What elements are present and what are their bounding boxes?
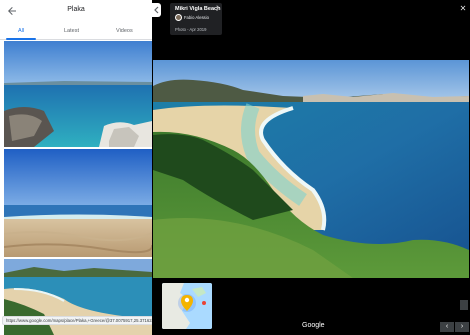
close-icon[interactable] [459, 4, 467, 12]
status-url: https://www.google.com/maps/place/Plaka,… [2, 316, 152, 325]
tab-videos[interactable]: Videos [116, 28, 133, 34]
photos-panel: Plaka All Latest Videos https://www.goog… [0, 0, 152, 335]
prev-photo-button[interactable]: ‹ [440, 322, 454, 332]
photo-date: Photo - Apr 2019 [175, 27, 207, 32]
panel-title: Plaka [67, 6, 85, 13]
photo-info-card: Mikri Vigla Beach ⋮ Fabio Alessio Photo … [170, 3, 222, 35]
photo-thumbnail[interactable] [4, 149, 152, 257]
tab-bar: All Latest Videos [0, 24, 152, 40]
google-logo: Google [302, 322, 325, 329]
collapse-panel-button[interactable] [152, 3, 161, 17]
minimap[interactable] [162, 283, 212, 329]
expand-button[interactable] [460, 300, 468, 310]
main-viewer: Mikri Vigla Beach ⋮ Fabio Alessio Photo … [152, 0, 470, 335]
tab-all[interactable]: All [18, 28, 24, 34]
author-name[interactable]: Fabio Alessio [184, 15, 209, 20]
next-photo-button[interactable]: › [455, 322, 469, 332]
active-tab-indicator [6, 38, 36, 40]
more-vert-icon[interactable]: ⋮ [214, 5, 220, 12]
avatar[interactable] [175, 14, 182, 21]
tab-latest[interactable]: Latest [64, 28, 79, 34]
main-photo[interactable] [153, 60, 469, 278]
photo-viewer: Plaka All Latest Videos https://www.goog… [0, 0, 470, 335]
photo-thumbnail[interactable] [4, 41, 152, 147]
chevron-left-icon [154, 6, 159, 14]
panel-header: Plaka [0, 0, 152, 22]
